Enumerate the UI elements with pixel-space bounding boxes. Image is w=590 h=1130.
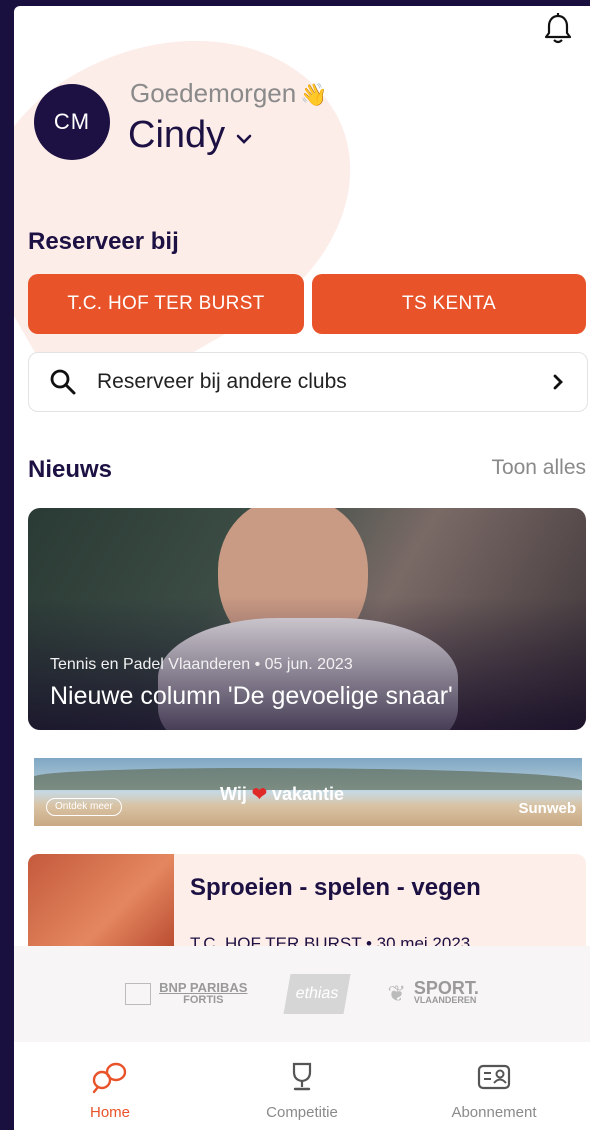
ad-brand-logo: Sunweb <box>518 800 576 817</box>
ethias-logo: ethias <box>283 974 351 1014</box>
see-all-news-link[interactable]: Toon alles <box>491 456 586 480</box>
tab-abonnement[interactable]: Abonnement <box>404 1042 584 1130</box>
ad-slogan: Wij ❤ vakantie <box>220 784 345 804</box>
news-list-item[interactable]: Sproeien - spelen - vegen T.C. HOF TER B… <box>28 854 586 950</box>
news-thumbnail <box>28 854 174 950</box>
news-item-headline: Sproeien - spelen - vegen <box>190 874 481 901</box>
other-clubs-button[interactable]: Reserveer bij andere clubs <box>28 352 588 412</box>
featured-news-card[interactable]: Tennis en Padel Vlaanderen • 05 jun. 202… <box>28 508 586 730</box>
wave-emoji-icon: 👋 <box>300 82 328 107</box>
membership-card-icon <box>477 1064 511 1090</box>
search-icon <box>50 369 76 395</box>
news-section-title: Nieuws <box>28 456 113 483</box>
chevron-right-icon <box>553 374 563 390</box>
reserve-section-title: Reserveer bij <box>28 228 179 255</box>
club-button-ts-kenta[interactable]: TS KENTA <box>312 274 586 334</box>
sport-vlaanderen-logo: ❦ SPORT. VLAANDEREN <box>387 978 479 1006</box>
bnp-paribas-logo: BNP PARIBAS FORTIS <box>125 981 247 1007</box>
home-racket-icon <box>92 1062 127 1094</box>
avatar-initials: CM <box>53 109 91 134</box>
trophy-icon <box>292 1062 312 1091</box>
club-button-hof-ter-burst[interactable]: T.C. HOF TER BURST <box>28 274 304 334</box>
user-switcher[interactable]: Cindy <box>128 114 253 157</box>
featured-news-meta: Tennis en Padel Vlaanderen • 05 jun. 202… <box>50 656 353 673</box>
tab-home[interactable]: Home <box>20 1042 200 1130</box>
tab-competitie[interactable]: Competitie <box>212 1042 392 1130</box>
ad-cta-button[interactable]: Ontdek meer <box>46 798 122 816</box>
featured-news-headline: Nieuwe column 'De gevoelige snaar' <box>50 682 453 710</box>
bottom-tab-bar: Home Competitie Abonnement <box>14 1042 590 1130</box>
greeting-text: Goedemorgen 👋 <box>130 78 328 108</box>
avatar[interactable]: CM <box>34 84 110 160</box>
chevron-down-icon <box>236 134 252 144</box>
user-name: Cindy <box>128 114 226 156</box>
notification-bell-icon[interactable] <box>542 12 574 46</box>
app-screen: CM Goedemorgen 👋 Cindy Reserveer bij T.C.… <box>14 6 590 1130</box>
sponsor-strip: BNP PARIBAS FORTIS ethias ❦ SPORT. VLAAN… <box>14 946 590 1042</box>
sunweb-ad-banner[interactable]: Ontdek meer Wij ❤ vakantie Sunweb <box>34 758 582 826</box>
other-clubs-label: Reserveer bij andere clubs <box>97 370 347 393</box>
heart-icon: ❤ <box>251 784 267 804</box>
